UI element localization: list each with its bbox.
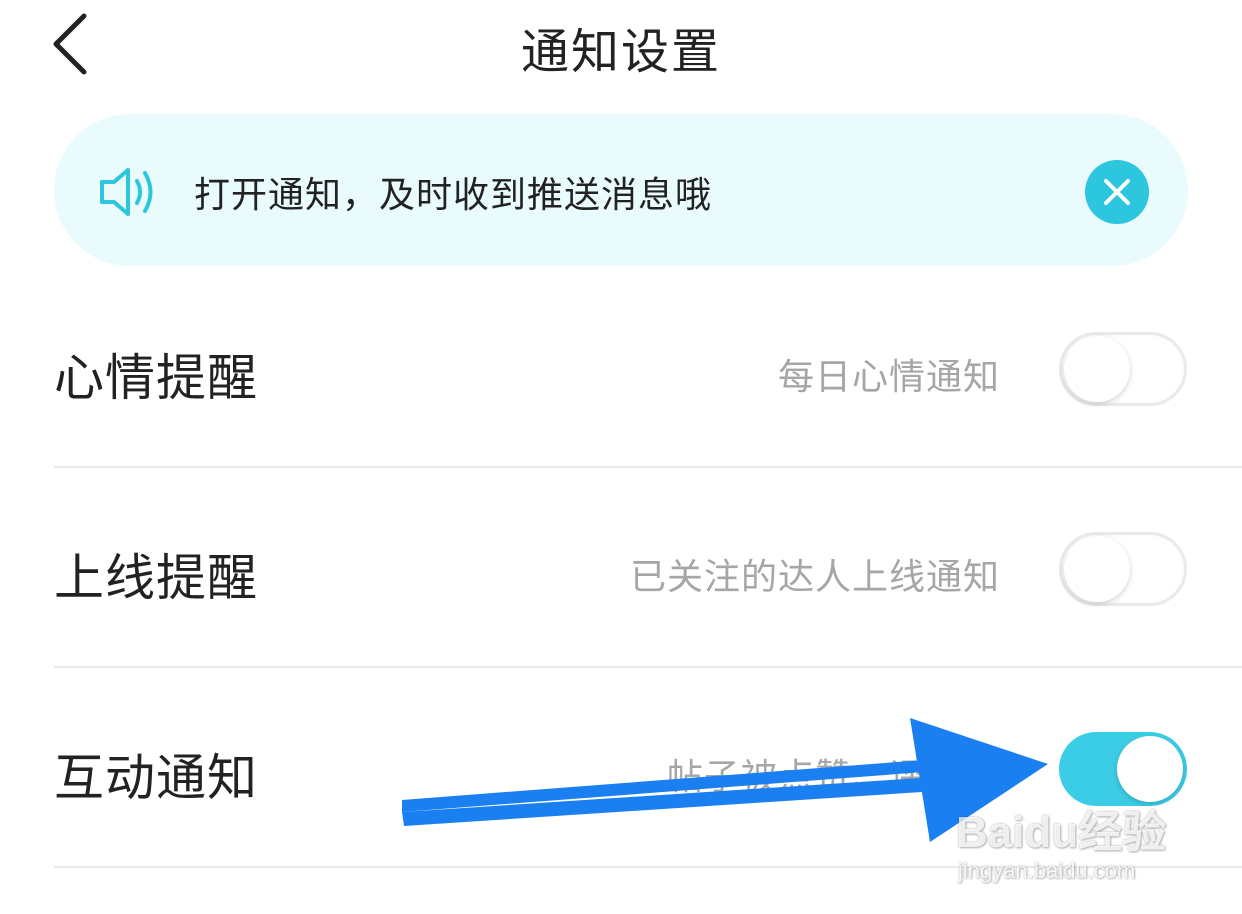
baidu-watermark: Baidu经验 jingyan.baidu.com <box>950 790 1210 900</box>
page-title: 通知设置 <box>520 24 721 80</box>
header: 通知设置 <box>0 0 1242 92</box>
banner-message: 打开通知，及时收到推送消息哦 <box>194 175 713 216</box>
toggle-knob <box>1064 536 1130 602</box>
setting-label: 互动通知 <box>54 749 258 807</box>
setting-label: 上线提醒 <box>54 549 258 607</box>
banner-close-button[interactable] <box>1085 160 1149 224</box>
toggle-knob <box>1064 336 1130 402</box>
mood-reminder-toggle[interactable] <box>1059 332 1187 406</box>
setting-description: 已关注的达人上线通知 <box>629 557 1000 598</box>
setting-row-online-reminder: 上线提醒 已关注的达人上线通知 <box>54 468 1242 668</box>
watermark-brand: Baidu经验 <box>956 808 1167 857</box>
close-icon <box>1104 179 1130 205</box>
speaker-icon <box>100 168 153 216</box>
notification-banner: 打开通知，及时收到推送消息哦 <box>54 114 1188 266</box>
setting-description: 每日心情通知 <box>777 357 1000 398</box>
watermark-url: jingyan.baidu.com <box>958 858 1136 883</box>
notification-settings-page: 通知设置 打开通知，及时收到推送消息哦 心情提醒 每日心情通知 上线提醒 已关注… <box>0 0 1242 914</box>
setting-label: 心情提醒 <box>54 349 258 407</box>
online-reminder-toggle[interactable] <box>1059 532 1187 606</box>
setting-row-mood-reminder: 心情提醒 每日心情通知 <box>54 268 1242 468</box>
